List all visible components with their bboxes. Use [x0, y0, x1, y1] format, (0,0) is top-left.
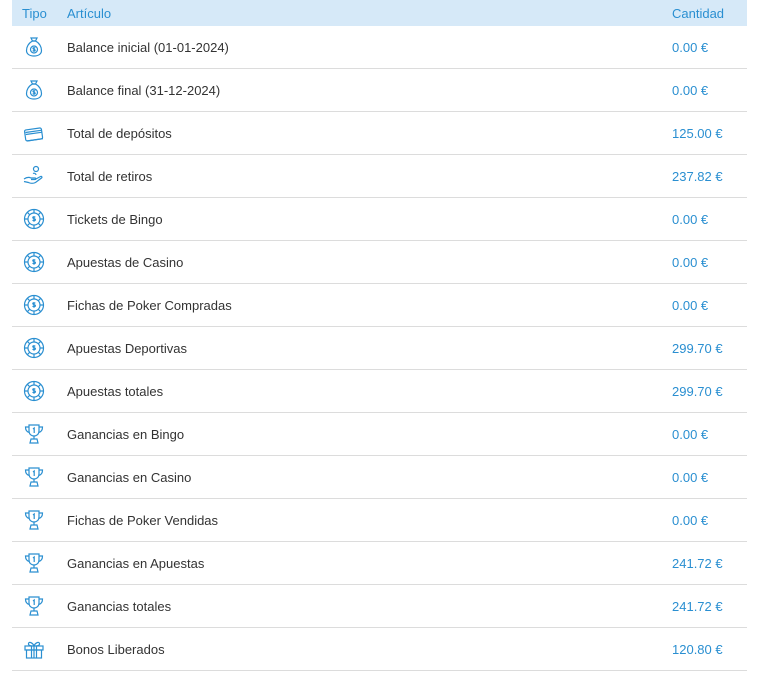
row-label: Ganancias en Bingo [67, 426, 185, 442]
trophy-icon [22, 551, 46, 575]
row-amount: 237.82 € [672, 168, 723, 184]
table-row: Apuestas Deportivas 299.70 € [12, 327, 747, 370]
table-row: Fichas de Poker Compradas 0.00 € [12, 284, 747, 327]
row-type [12, 250, 67, 274]
row-type [12, 121, 67, 145]
table-row: Bonos Liberados 120.80 € [12, 628, 747, 671]
row-label: Balance inicial (01-01-2024) [67, 39, 229, 55]
header-type: Tipo [22, 5, 47, 21]
row-amount: 0.00 € [672, 254, 709, 270]
card-icon [22, 121, 46, 145]
row-type [12, 594, 67, 618]
row-label: Bonos Liberados [67, 641, 165, 657]
row-type [12, 508, 67, 532]
row-type [12, 422, 67, 446]
row-type [12, 78, 67, 102]
table-row: Apuestas totales 299.70 € [12, 370, 747, 413]
money-bag-icon [22, 35, 46, 59]
row-amount: 0.00 € [672, 426, 709, 442]
gift-icon [22, 637, 46, 661]
row-type [12, 293, 67, 317]
hand-coin-icon [22, 164, 46, 188]
row-amount: 241.72 € [672, 598, 723, 614]
row-amount: 125.00 € [672, 125, 723, 141]
chip-icon [22, 379, 46, 403]
row-type [12, 637, 67, 661]
row-amount: 0.00 € [672, 39, 709, 55]
row-label: Ganancias totales [67, 598, 172, 614]
table-row: Ganancias en Casino 0.00 € [12, 456, 747, 499]
table-row: Apuestas de Casino 0.00 € [12, 241, 747, 284]
table-row: Ganancias en Apuestas 241.72 € [12, 542, 747, 585]
table-row: Tickets de Bingo 0.00 € [12, 198, 747, 241]
table-body: Balance inicial (01-01-2024) 0.00 € Balanc… [12, 26, 747, 671]
table-row: Ganancias en Bingo 0.00 € [12, 413, 747, 456]
row-type [12, 465, 67, 489]
row-amount: 0.00 € [672, 469, 709, 485]
trophy-icon [22, 594, 46, 618]
account-summary-table: Tipo Artículo Cantidad Balance inicial (… [12, 0, 747, 671]
table-row: Balance final (31-12-2024) 0.00 € [12, 69, 747, 112]
row-label: Fichas de Poker Vendidas [67, 512, 219, 528]
table-row: Fichas de Poker Vendidas 0.00 € [12, 499, 747, 542]
row-label: Ganancias en Casino [67, 469, 192, 485]
row-label: Apuestas Deportivas [67, 340, 187, 356]
chip-icon [22, 250, 46, 274]
row-type [12, 336, 67, 360]
row-label: Total de retiros [67, 168, 153, 184]
row-type [12, 207, 67, 231]
row-label: Apuestas totales [67, 383, 164, 399]
row-label: Tickets de Bingo [67, 211, 163, 227]
header-item: Artículo [67, 5, 112, 21]
table-header: Tipo Artículo Cantidad [12, 0, 747, 26]
header-amount: Cantidad [672, 5, 725, 21]
table-row: Ganancias totales 241.72 € [12, 585, 747, 628]
row-label: Balance final (31-12-2024) [67, 82, 221, 98]
chip-icon [22, 293, 46, 317]
row-amount: 299.70 € [672, 383, 723, 399]
row-label: Total de depósitos [67, 125, 172, 141]
row-amount: 0.00 € [672, 297, 709, 313]
row-amount: 120.80 € [672, 641, 723, 657]
table-row: Total de depósitos 125.00 € [12, 112, 747, 155]
chip-icon [22, 336, 46, 360]
row-type [12, 35, 67, 59]
row-label: Ganancias en Apuestas [67, 555, 205, 571]
table-row: Total de retiros 237.82 € [12, 155, 747, 198]
row-amount: 241.72 € [672, 555, 723, 571]
row-amount: 299.70 € [672, 340, 723, 356]
row-type [12, 379, 67, 403]
trophy-icon [22, 508, 46, 532]
row-type [12, 551, 67, 575]
row-label: Apuestas de Casino [67, 254, 184, 270]
row-amount: 0.00 € [672, 82, 709, 98]
table-row: Balance inicial (01-01-2024) 0.00 € [12, 26, 747, 69]
row-amount: 0.00 € [672, 512, 709, 528]
trophy-icon [22, 422, 46, 446]
chip-icon [22, 207, 46, 231]
money-bag-icon [22, 78, 46, 102]
row-label: Fichas de Poker Compradas [67, 297, 232, 313]
row-type [12, 164, 67, 188]
row-amount: 0.00 € [672, 211, 709, 227]
trophy-icon [22, 465, 46, 489]
